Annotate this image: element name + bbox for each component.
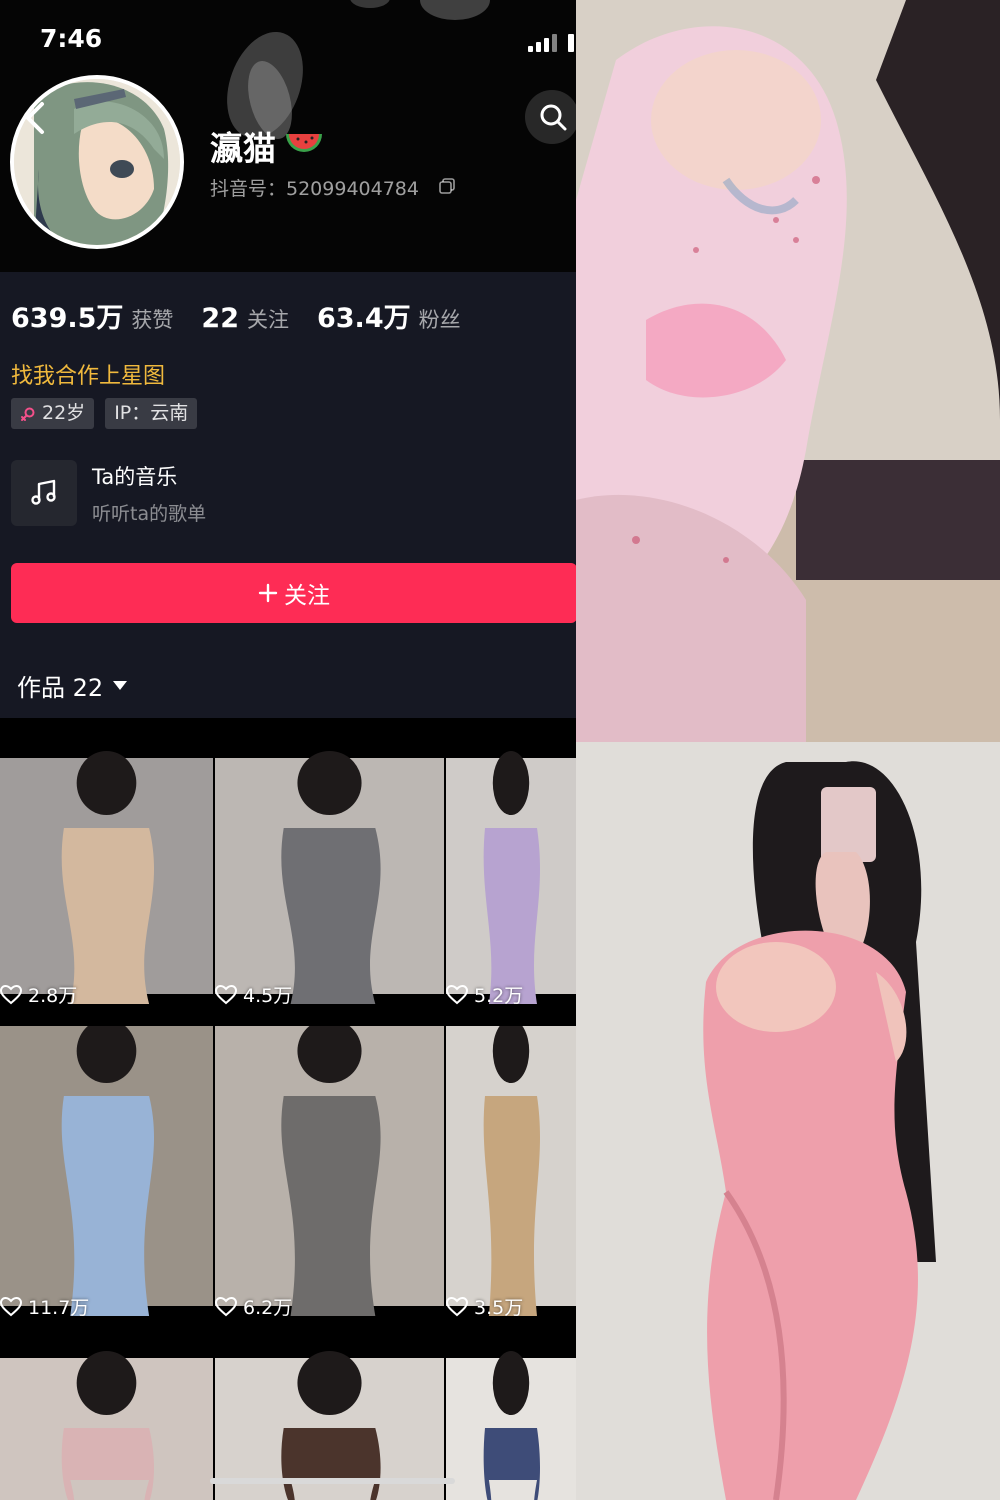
- work-likes: 3.5万: [446, 1293, 523, 1320]
- music-title: Ta的音乐: [92, 464, 178, 489]
- heart-icon: [446, 984, 468, 1004]
- work-likes-count: 6.2万: [243, 1297, 293, 1319]
- work-thumbnail[interactable]: [446, 1338, 576, 1500]
- dropdown-triangle-icon: [113, 680, 128, 690]
- works-tab[interactable]: 作品 22: [17, 668, 128, 703]
- heart-icon: [215, 1296, 237, 1316]
- work-thumbnail[interactable]: 4.5万: [215, 718, 444, 1024]
- heart-icon: [446, 1296, 468, 1316]
- work-likes: 5.2万: [446, 981, 523, 1008]
- work-likes: 6.2万: [215, 1293, 292, 1320]
- age-tag: 22岁: [11, 398, 95, 429]
- followers-count[interactable]: 63.4万: [317, 296, 411, 335]
- work-likes: 11.7万: [0, 1293, 89, 1320]
- works-grid: 2.8万 4.5万 5.2万 11.7万 6.2万 3.5万: [0, 718, 576, 1500]
- likes-count: 639.5万: [11, 303, 124, 334]
- follow-label: 关注: [284, 583, 330, 609]
- followers-label[interactable]: 粉丝: [419, 304, 461, 334]
- profile-header: 7:46 瀛猫 抖音号：52099404784: [0, 0, 576, 272]
- work-thumbnail[interactable]: [0, 1338, 213, 1500]
- follow-button[interactable]: 关注: [11, 563, 576, 623]
- works-tab-label: 作品 22: [17, 674, 104, 702]
- likes-label: 获赞: [131, 308, 174, 332]
- work-likes: 4.5万: [215, 981, 292, 1008]
- profile-stats: 639.5万 获赞 22 关注 63.4万 粉丝: [11, 296, 489, 335]
- profile-bio: 找我合作上星图: [11, 364, 166, 389]
- music-note-icon: [31, 479, 56, 505]
- age-label: 22岁: [42, 402, 86, 424]
- music-icon-box: [11, 460, 77, 526]
- work-likes: 2.8万: [0, 981, 77, 1008]
- heart-icon: [0, 984, 22, 1004]
- following-count[interactable]: 22: [201, 303, 239, 334]
- copy-icon[interactable]: [438, 177, 456, 195]
- plus-icon: [258, 583, 278, 603]
- work-likes-count: 3.5万: [474, 1297, 524, 1319]
- work-thumbnail[interactable]: 3.5万: [446, 1026, 576, 1336]
- work-thumbnail[interactable]: [215, 1338, 444, 1500]
- work-thumbnail[interactable]: 5.2万: [446, 718, 576, 1024]
- watermelon-icon: [286, 134, 322, 152]
- work-thumbnail[interactable]: 6.2万: [215, 1026, 444, 1336]
- work-likes-count: 5.2万: [474, 985, 524, 1007]
- back-arrow-icon[interactable]: [20, 98, 50, 138]
- music-subtitle: 听听ta的歌单: [92, 502, 207, 525]
- douyin-id: 抖音号：52099404784: [210, 178, 419, 200]
- photo-pink-robe: [576, 0, 1000, 742]
- ip-tag: IP：云南: [105, 398, 198, 429]
- female-gender-icon: [21, 407, 35, 421]
- status-time: 7:46: [40, 24, 103, 53]
- profile-screen: 7:46 瀛猫 抖音号：52099404784 639.5万 获赞 22 关注 …: [0, 0, 576, 1500]
- heart-icon: [215, 984, 237, 1004]
- search-icon: [540, 104, 567, 131]
- following-label[interactable]: 关注: [247, 304, 289, 334]
- signal-icon: [528, 34, 576, 52]
- home-indicator: [210, 1478, 455, 1484]
- work-likes-count: 2.8万: [28, 985, 78, 1007]
- ip-label: IP：云南: [114, 402, 189, 424]
- work-thumbnail[interactable]: 11.7万: [0, 1026, 213, 1336]
- username: 瀛猫: [210, 129, 276, 168]
- photo-pink-dress: [576, 742, 1000, 1500]
- heart-icon: [0, 1296, 22, 1316]
- search-button[interactable]: [525, 90, 576, 144]
- work-likes-count: 11.7万: [28, 1297, 90, 1319]
- profile-tags: 22岁 IP：云南: [11, 398, 198, 429]
- work-thumbnail[interactable]: 2.8万: [0, 718, 213, 1024]
- music-card[interactable]: Ta的音乐 听听ta的歌单: [11, 460, 206, 526]
- work-likes-count: 4.5万: [243, 985, 293, 1007]
